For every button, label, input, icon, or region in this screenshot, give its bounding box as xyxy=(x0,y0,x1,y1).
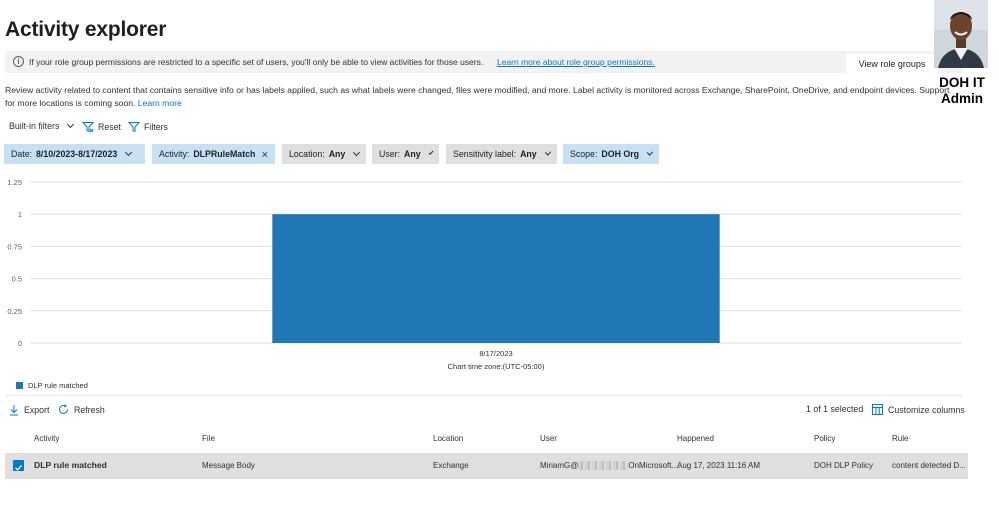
activity-filter-label: Activity: xyxy=(159,149,190,159)
cell-happened: Aug 17, 2023 11:16 AM xyxy=(677,461,761,470)
chevron-down-icon xyxy=(428,149,434,156)
location-filter-pill[interactable]: Location: Any xyxy=(282,144,366,164)
scope-filter-value: DOH Org xyxy=(601,149,640,159)
column-header-location[interactable]: Location xyxy=(433,434,463,443)
date-filter-pill[interactable]: Date: 8/10/2023-8/17/2023 xyxy=(4,144,145,164)
chevron-down-icon xyxy=(544,149,552,156)
column-header-file[interactable]: File xyxy=(202,434,215,443)
activity-filter-pill[interactable]: Activity: DLPRuleMatch xyxy=(152,144,275,164)
cell-user: MiriamG@ OnMicrosoft.... xyxy=(540,461,681,471)
y-tick-label: 0.5 xyxy=(12,275,22,284)
filters-button[interactable]: Filters xyxy=(128,121,168,133)
chart-legend[interactable]: DLP rule matched xyxy=(16,381,88,390)
chevron-down-icon xyxy=(125,148,133,157)
customize-columns-label: Customize columns xyxy=(888,404,965,415)
reset-label: Reset xyxy=(98,122,121,132)
legend-label: DLP rule matched xyxy=(28,381,88,390)
permissions-info-bar: i If your role group permissions are res… xyxy=(5,51,963,73)
scope-filter-pill[interactable]: Scope: DOH Org xyxy=(563,144,659,164)
cell-user-suffix: OnMicrosoft.... xyxy=(628,461,681,470)
avatar xyxy=(934,0,988,68)
chevron-down-icon xyxy=(353,149,361,156)
learn-more-link[interactable]: Learn more xyxy=(138,98,182,108)
legend-swatch xyxy=(16,382,23,389)
columns-icon xyxy=(872,404,883,415)
info-text: If your role group permissions are restr… xyxy=(29,57,484,67)
user-filter-label: User: xyxy=(379,149,401,159)
date-filter-value: 8/10/2023-8/17/2023 xyxy=(36,149,118,159)
activity-filter-value: DLPRuleMatch xyxy=(193,149,256,159)
role-group-permissions-link[interactable]: Learn more about role group permissions. xyxy=(497,57,655,67)
y-tick-label: 0 xyxy=(18,339,22,348)
column-header-rule[interactable]: Rule xyxy=(892,434,908,443)
info-icon: i xyxy=(13,56,24,67)
column-header-happened[interactable]: Happened xyxy=(677,434,714,443)
page-description: Review activity related to content that … xyxy=(5,84,955,109)
customize-columns-button[interactable]: Customize columns xyxy=(872,404,965,415)
close-icon[interactable] xyxy=(262,150,268,159)
cell-file: Message Body xyxy=(202,461,255,470)
location-filter-value: Any xyxy=(328,149,346,159)
selected-count-label: 1 of 1 selected xyxy=(806,404,864,414)
cell-user-prefix: MiriamG@ xyxy=(540,461,579,470)
sensitivity-label-filter-label: Sensitivity label: xyxy=(453,149,517,159)
redacted-blur xyxy=(578,461,629,471)
location-filter-label: Location: xyxy=(289,149,325,159)
cell-rule: content detected D... xyxy=(892,461,966,470)
y-tick-label: 0.25 xyxy=(7,307,22,316)
checkmark-icon xyxy=(15,464,23,471)
chart-bar xyxy=(272,214,720,343)
chevron-down-icon xyxy=(646,149,654,156)
builtin-filters-label: Built-in filters xyxy=(9,121,60,131)
cell-activity[interactable]: DLP rule matched xyxy=(34,460,107,470)
user-filter-pill[interactable]: User: Any xyxy=(372,144,439,164)
page-title: Activity explorer xyxy=(5,18,167,41)
export-button[interactable]: Export xyxy=(9,404,49,416)
download-icon xyxy=(10,405,18,416)
sensitivity-label-filter-value: Any xyxy=(520,149,537,159)
chevron-down-icon xyxy=(67,120,75,129)
date-filter-label: Date: xyxy=(11,149,33,159)
y-tick-label: 1.25 xyxy=(7,178,22,187)
row-checkbox[interactable] xyxy=(13,460,24,471)
cell-location: Exchange xyxy=(433,461,469,470)
filters-label: Filters xyxy=(144,122,168,132)
filter-reset-icon xyxy=(82,122,94,133)
builtin-filters-dropdown[interactable]: Built-in filters xyxy=(9,120,75,131)
divider xyxy=(5,395,963,396)
sensitivity-label-filter-pill[interactable]: Sensitivity label: Any xyxy=(446,144,557,164)
scope-filter-label: Scope: xyxy=(570,149,598,159)
refresh-button[interactable]: Refresh xyxy=(58,404,105,415)
filter-icon xyxy=(128,122,140,133)
cell-policy: DOH DLP Policy xyxy=(814,461,873,470)
user-filter-value: Any xyxy=(404,149,421,159)
reset-button[interactable]: Reset xyxy=(82,121,121,133)
y-tick-label: 0.75 xyxy=(7,242,22,251)
column-header-activity[interactable]: Activity xyxy=(34,434,59,443)
activity-chart: 1.25 1 0.75 0.5 0.25 0 8/17/2023 Chart time zon… xyxy=(0,170,999,400)
selected-count: 1 of 1 selected xyxy=(806,404,863,414)
export-label: Export xyxy=(24,405,50,415)
column-header-user[interactable]: User xyxy=(540,434,557,443)
activity-chart-svg: 1.25 1 0.75 0.5 0.25 0 8/17/2023 Chart time zon… xyxy=(7,178,962,371)
y-tick-label: 1 xyxy=(18,210,22,219)
x-axis-label: Chart time zone:(UTC-05:00) xyxy=(448,362,545,371)
refresh-icon xyxy=(59,404,68,414)
view-role-groups-button[interactable]: View role groups xyxy=(846,54,938,74)
x-tick-label: 8/17/2023 xyxy=(479,349,512,358)
column-header-policy[interactable]: Policy xyxy=(814,434,835,443)
refresh-label: Refresh xyxy=(74,404,105,415)
